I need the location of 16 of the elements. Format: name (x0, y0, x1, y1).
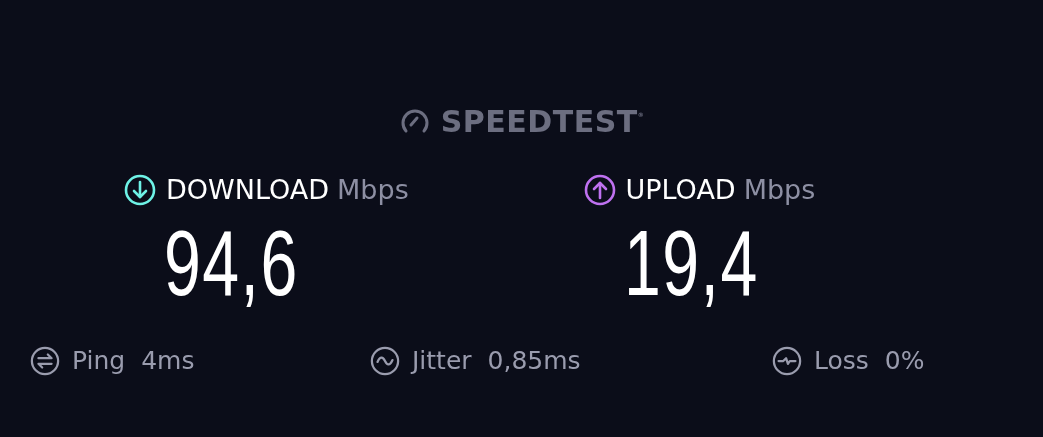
logo-text: SPEEDTEST$^{®}$ (440, 102, 645, 141)
metric-value: 94,6 (164, 216, 299, 309)
stat-label: Loss (814, 345, 869, 377)
unit-label: Mbps (337, 173, 409, 207)
unit-label: Mbps (743, 173, 816, 207)
stat-label: Ping (72, 345, 126, 377)
metric-label: UPLOAD (625, 173, 736, 207)
stat-value: 0% (884, 345, 925, 377)
stat-value: 0,85ms (487, 345, 581, 377)
ping-icon (30, 345, 60, 376)
metric-label: DOWNLOAD (166, 173, 330, 207)
wave-icon (370, 345, 400, 376)
pulse-icon (772, 345, 802, 376)
stat-value: 4ms (141, 345, 195, 377)
stat-label: Jitter (412, 345, 472, 377)
metric-value: 19,4 (623, 216, 759, 309)
